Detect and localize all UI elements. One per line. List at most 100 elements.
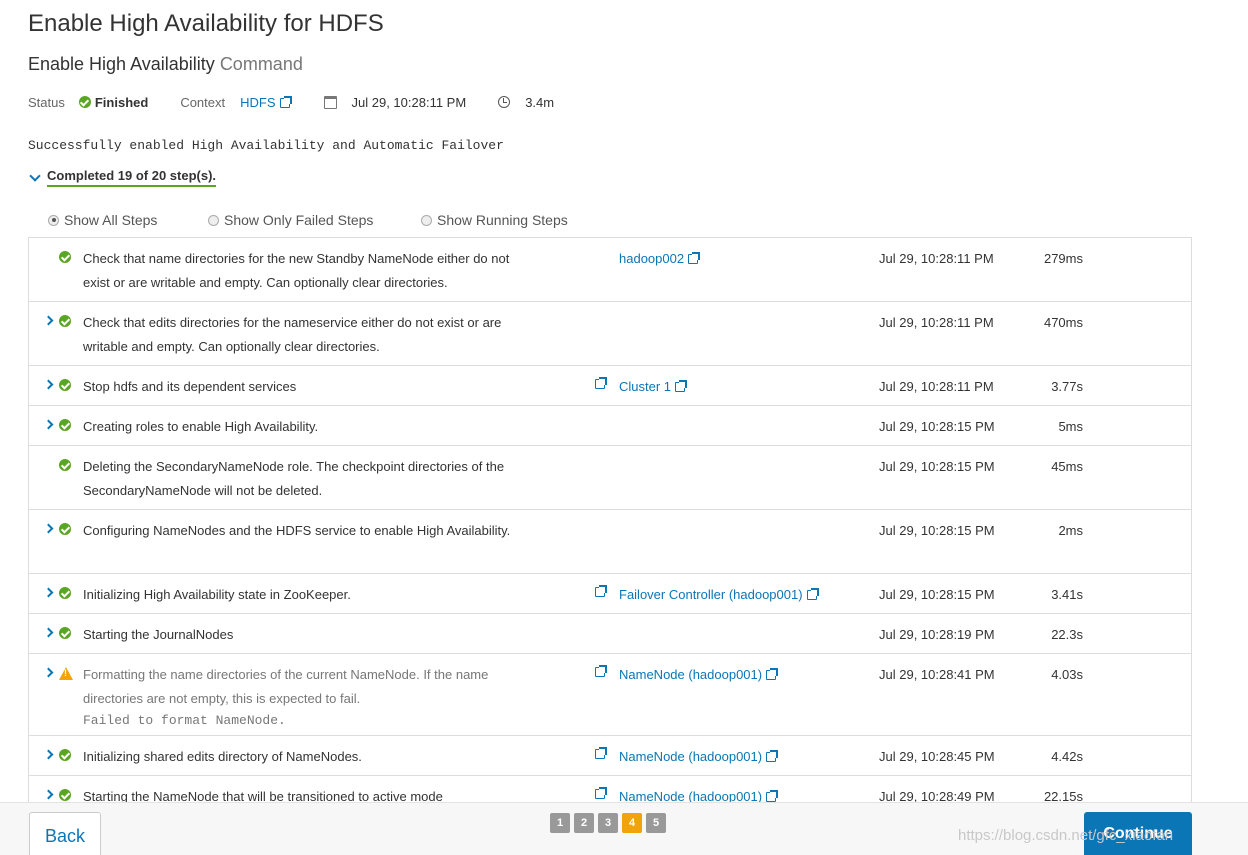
step-duration: 279ms bbox=[1043, 251, 1083, 266]
filter-failed-steps[interactable]: Show Only Failed Steps bbox=[208, 212, 421, 228]
chevron-right-icon[interactable] bbox=[43, 419, 54, 430]
success-check-icon bbox=[59, 251, 71, 263]
success-check-icon bbox=[59, 523, 71, 535]
filter-running-steps[interactable]: Show Running Steps bbox=[421, 212, 568, 228]
page-3[interactable]: 3 bbox=[598, 813, 618, 833]
page-4[interactable]: 4 bbox=[622, 813, 642, 833]
result-message: Successfully enabled High Availability a… bbox=[28, 138, 504, 153]
step-row: Starting the NameNode that will be trans… bbox=[29, 776, 1191, 802]
back-button[interactable]: Back bbox=[29, 812, 101, 855]
step-host-link[interactable]: Cluster 1 bbox=[619, 375, 688, 399]
success-check-icon bbox=[59, 627, 71, 639]
chevron-right-icon[interactable] bbox=[43, 789, 54, 800]
step-time: Jul 29, 10:28:41 PM bbox=[879, 667, 995, 682]
step-row: Initializing shared edits directory of N… bbox=[29, 736, 1191, 776]
chevron-right-icon[interactable] bbox=[43, 667, 54, 678]
host-text: Cluster 1 bbox=[619, 379, 672, 394]
radio-icon bbox=[208, 214, 219, 226]
host-text: NameNode (hadoop001) bbox=[619, 667, 763, 682]
chevron-right-icon[interactable] bbox=[43, 315, 54, 326]
step-duration: 470ms bbox=[1043, 315, 1083, 330]
step-row: Initializing High Availability state in … bbox=[29, 574, 1191, 614]
page-5[interactable]: 5 bbox=[646, 813, 666, 833]
duration: 3.4m bbox=[525, 94, 555, 110]
command-name: Enable High Availability bbox=[28, 54, 215, 74]
step-row: Configuring NameNodes and the HDFS servi… bbox=[29, 510, 1191, 574]
host-text: hadoop002 bbox=[619, 251, 685, 266]
external-link-icon bbox=[766, 790, 779, 802]
step-time: Jul 29, 10:28:15 PM bbox=[879, 419, 995, 434]
step-description: Formatting the name directories of the c… bbox=[83, 663, 523, 731]
step-host-link[interactable]: Failover Controller (hadoop001) bbox=[619, 583, 819, 607]
chevron-right-icon[interactable] bbox=[43, 587, 54, 598]
step-description: Creating roles to enable High Availabili… bbox=[83, 419, 319, 434]
status-label: Status bbox=[28, 94, 65, 110]
wizard-pager: 1 2 3 4 5 bbox=[550, 813, 670, 833]
success-check-icon bbox=[59, 587, 71, 599]
external-link-icon bbox=[279, 95, 292, 108]
radio-icon bbox=[421, 214, 432, 226]
external-link-icon[interactable] bbox=[595, 377, 607, 389]
success-check-icon bbox=[59, 459, 71, 471]
external-link-icon[interactable] bbox=[595, 585, 607, 597]
filter-all-steps[interactable]: Show All Steps bbox=[48, 212, 208, 228]
filter-label: Show Only Failed Steps bbox=[224, 212, 374, 228]
step-duration: 3.41s bbox=[1051, 587, 1083, 602]
step-duration: 22.15s bbox=[1043, 789, 1083, 802]
page-2[interactable]: 2 bbox=[574, 813, 594, 833]
watermark: https://blog.csdn.net/gfc_xiaofan bbox=[958, 827, 1174, 844]
chevron-right-icon[interactable] bbox=[43, 627, 54, 638]
step-time: Jul 29, 10:28:49 PM bbox=[879, 789, 995, 802]
step-host-link[interactable]: hadoop002 bbox=[619, 247, 701, 271]
step-error-message: Failed to format NameNode. bbox=[83, 713, 286, 728]
external-link-icon bbox=[806, 588, 819, 600]
step-description: Configuring NameNodes and the HDFS servi… bbox=[83, 523, 511, 538]
step-row: Deleting the SecondaryNameNode role. The… bbox=[29, 446, 1191, 510]
calendar-icon bbox=[323, 95, 337, 109]
step-description: Starting the JournalNodes bbox=[83, 627, 234, 642]
step-host-link[interactable]: NameNode (hadoop001) bbox=[619, 745, 779, 769]
external-link-icon bbox=[675, 380, 688, 392]
page-title: Enable High Availability for HDFS bbox=[28, 10, 384, 37]
status-text: Finished bbox=[94, 94, 149, 110]
step-time: Jul 29, 10:28:11 PM bbox=[879, 379, 994, 394]
step-time: Jul 29, 10:28:15 PM bbox=[879, 523, 995, 538]
success-check-icon bbox=[59, 789, 71, 801]
step-time: Jul 29, 10:28:15 PM bbox=[879, 587, 995, 602]
step-filters: Show All Steps Show Only Failed Steps Sh… bbox=[48, 212, 568, 228]
external-link-icon[interactable] bbox=[595, 665, 607, 677]
step-description: Initializing High Availability state in … bbox=[83, 587, 351, 602]
step-row: Formatting the name directories of the c… bbox=[29, 654, 1191, 736]
step-host-link[interactable]: NameNode (hadoop001) bbox=[619, 785, 779, 802]
host-text: NameNode (hadoop001) bbox=[619, 749, 763, 764]
chevron-right-icon[interactable] bbox=[43, 379, 54, 390]
step-duration: 22.3s bbox=[1051, 627, 1083, 642]
status-value: Finished bbox=[78, 94, 149, 110]
context-link[interactable]: HDFS bbox=[240, 95, 292, 110]
step-description: Check that edits directories for the nam… bbox=[83, 315, 502, 354]
success-check-icon bbox=[59, 749, 71, 761]
success-check-icon bbox=[59, 419, 71, 431]
step-duration: 4.42s bbox=[1051, 749, 1083, 764]
chevron-right-icon[interactable] bbox=[43, 749, 54, 760]
step-description: Initializing shared edits directory of N… bbox=[83, 749, 362, 764]
completed-toggle[interactable]: Completed 19 of 20 step(s). bbox=[28, 168, 217, 187]
success-check-icon bbox=[59, 379, 71, 391]
step-row: Creating roles to enable High Availabili… bbox=[29, 406, 1191, 446]
command-subtitle: Enable High Availability Command bbox=[28, 54, 303, 75]
chevron-right-icon[interactable] bbox=[43, 523, 54, 534]
step-duration: 4.03s bbox=[1051, 667, 1083, 682]
step-time: Jul 29, 10:28:15 PM bbox=[879, 459, 995, 474]
step-description: Starting the NameNode that will be trans… bbox=[83, 789, 443, 802]
step-description: Stop hdfs and its dependent services bbox=[83, 379, 297, 394]
step-host-link[interactable]: NameNode (hadoop001) bbox=[619, 663, 779, 687]
step-time: Jul 29, 10:28:11 PM bbox=[879, 315, 994, 330]
page-1[interactable]: 1 bbox=[550, 813, 570, 833]
steps-table: Check that name directories for the new … bbox=[28, 237, 1192, 802]
external-link-icon[interactable] bbox=[595, 787, 607, 799]
command-meta: Status Finished Context HDFS Jul 29, 10:… bbox=[28, 93, 554, 111]
external-link-icon bbox=[766, 750, 779, 762]
step-duration: 3.77s bbox=[1051, 379, 1083, 394]
external-link-icon[interactable] bbox=[595, 747, 607, 759]
step-row: Check that edits directories for the nam… bbox=[29, 302, 1191, 366]
